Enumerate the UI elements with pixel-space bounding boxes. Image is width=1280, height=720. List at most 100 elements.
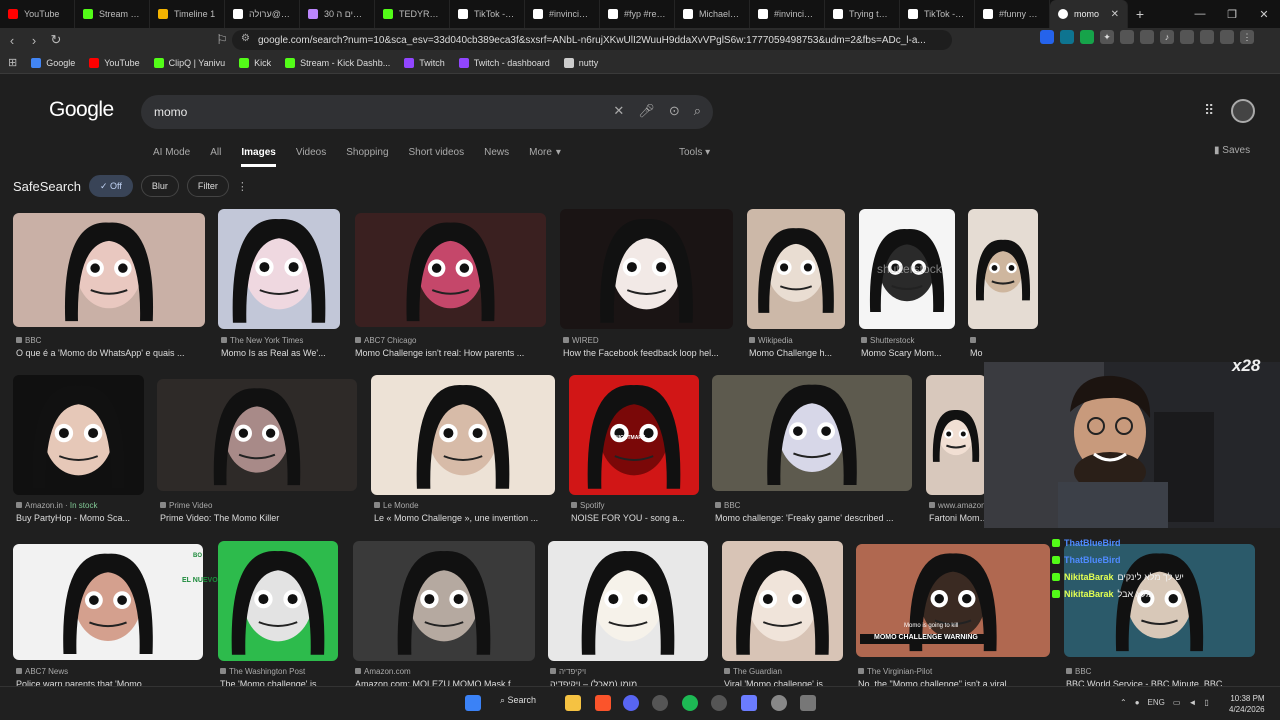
result-title[interactable]: Viral 'Momo challenge' is ...	[724, 679, 845, 686]
tab-more[interactable]: More	[529, 147, 552, 167]
tab-active[interactable]: momo ✕	[1050, 0, 1128, 28]
safesearch-off-chip[interactable]: ✓ Off	[88, 175, 133, 197]
close-tab-icon[interactable]: ✕	[1111, 9, 1119, 20]
tab[interactable]: #invincible	[750, 0, 825, 28]
result-image[interactable]	[13, 213, 205, 327]
app-icon[interactable]	[652, 695, 668, 711]
tab-all[interactable]: All	[210, 147, 221, 167]
tools-button[interactable]: Tools ▾	[679, 147, 710, 158]
restore-icon[interactable]: ❐	[1216, 8, 1248, 21]
spotify-icon[interactable]	[682, 695, 698, 711]
bookmark-item[interactable]: YouTube	[89, 57, 140, 68]
lens-icon[interactable]: ⊙	[669, 103, 680, 119]
clock[interactable]: 10:38 PM 4/24/2026	[1229, 693, 1265, 715]
result-title[interactable]: מומו (מאכל) – ויקיפדיה	[550, 679, 710, 686]
result-image[interactable]	[722, 541, 843, 661]
extension-icon[interactable]	[1040, 30, 1054, 44]
tab-ai-mode[interactable]: AI Mode	[153, 147, 190, 167]
bookmark-item[interactable]: ClipQ | Yanivu	[153, 57, 225, 68]
back-icon[interactable]: ‹	[2, 33, 22, 48]
extension-icon[interactable]	[1080, 30, 1094, 44]
chevron-up-icon[interactable]: ⌃	[1120, 698, 1127, 707]
discord-icon[interactable]	[623, 695, 639, 711]
extension-icon[interactable]	[1120, 30, 1134, 44]
app-icon[interactable]	[711, 695, 727, 711]
extension-icon[interactable]	[1060, 30, 1074, 44]
bookmark-item[interactable]: Google	[31, 57, 75, 68]
battery-icon[interactable]: ▯	[1204, 698, 1208, 707]
minimize-icon[interactable]: —	[1184, 8, 1216, 20]
tab[interactable]: Stream - Ki	[75, 0, 150, 28]
bookmark-item[interactable]: Kick	[239, 57, 271, 68]
result-title[interactable]: How the Facebook feedback loop hel...	[563, 348, 736, 358]
tab[interactable]: TikTok - Ma	[900, 0, 975, 28]
sidebar-icon[interactable]	[1180, 30, 1194, 44]
tab-images[interactable]: Images	[241, 147, 276, 167]
tab-short-videos[interactable]: Short videos	[409, 147, 465, 167]
result-image[interactable]	[560, 209, 733, 329]
reload-icon[interactable]: ↻	[46, 32, 66, 48]
apps-grid-icon[interactable]: ⊞	[8, 56, 17, 69]
result-image[interactable]	[926, 375, 986, 495]
network-icon[interactable]: ▭	[1173, 698, 1181, 707]
avatar[interactable]	[1231, 99, 1255, 123]
result-title[interactable]: BBC World Service - BBC Minute, BBC ...	[1066, 679, 1257, 686]
tab-videos[interactable]: Videos	[296, 147, 326, 167]
clear-icon[interactable]: ✕	[613, 103, 624, 119]
forward-icon[interactable]: ›	[24, 33, 44, 48]
tab[interactable]: Timeline 1	[150, 0, 225, 28]
microphone-icon[interactable]: 🎤︎	[638, 103, 655, 119]
new-tab-button[interactable]: +	[1128, 6, 1152, 22]
microphone-tray-icon[interactable]: ●	[1135, 698, 1140, 707]
result-title[interactable]: Amazon.com: MOLEZU MOMO Mask f...	[355, 679, 537, 686]
result-image[interactable]	[13, 544, 203, 660]
result-title[interactable]: Momo challenge: 'Freaky game' described …	[715, 513, 915, 523]
result-image[interactable]	[353, 541, 535, 661]
search-input[interactable]: momo ✕ 🎤︎ ⊙ ⌕	[141, 95, 713, 129]
bookmark-item[interactable]: nutty	[563, 57, 598, 68]
result-title[interactable]: Police warn parents that 'Momo ...	[16, 679, 206, 686]
more-options-icon[interactable]: ⋮	[237, 180, 248, 193]
file-explorer-icon[interactable]	[565, 695, 581, 711]
result-title[interactable]: Momo Scary Mom...	[861, 348, 957, 358]
result-image[interactable]	[968, 209, 1038, 329]
result-image[interactable]	[712, 375, 912, 491]
settings-icon[interactable]	[771, 695, 787, 711]
extension-icon[interactable]	[1140, 30, 1154, 44]
result-image[interactable]	[218, 209, 340, 329]
result-image[interactable]	[157, 379, 357, 491]
bookmark-item[interactable]: Twitch	[404, 57, 445, 68]
volume-icon[interactable]: ◄	[1188, 698, 1196, 707]
google-logo[interactable]: Google	[49, 98, 114, 122]
result-image[interactable]	[548, 541, 708, 661]
result-title[interactable]: Momo Challenge h...	[749, 348, 847, 358]
search-icon[interactable]: ⌕	[694, 103, 701, 119]
tab[interactable]: #invincible	[525, 0, 600, 28]
safesearch-filter-chip[interactable]: Filter	[186, 175, 229, 197]
extension-icon[interactable]	[1200, 30, 1214, 44]
shield-icon[interactable]	[1220, 30, 1234, 44]
google-apps-icon[interactable]: ⠿	[1204, 102, 1214, 119]
windows-start-icon[interactable]	[465, 695, 481, 711]
result-image[interactable]	[355, 213, 546, 327]
result-image[interactable]	[371, 375, 555, 495]
result-title[interactable]: Prime Video: The Momo Killer	[160, 513, 360, 523]
language-indicator[interactable]: ENG	[1148, 698, 1165, 707]
result-title[interactable]: Le « Momo Challenge », une invention ...	[374, 513, 558, 523]
site-info-icon[interactable]: ⚙	[241, 33, 250, 44]
app-icon[interactable]	[741, 695, 757, 711]
address-bar[interactable]: ⚙ google.com/search?num=10&sca_esv=33d04…	[232, 30, 952, 50]
result-title[interactable]: The 'Momo challenge' is ...	[220, 679, 340, 686]
bookmark-item[interactable]: Stream - Kick Dashb...	[285, 57, 390, 68]
result-title[interactable]: Momo Challenge isn't real: How parents .…	[355, 348, 546, 358]
result-image[interactable]	[747, 209, 845, 329]
result-title[interactable]: Buy PartyHop - Momo Sca...	[16, 513, 147, 523]
tab[interactable]: נערים ה 30"	[300, 0, 375, 28]
tab[interactable]: YouTube	[0, 0, 75, 28]
tab[interactable]: TEDYR1 - W	[375, 0, 450, 28]
result-image[interactable]	[13, 375, 144, 495]
taskbar-search[interactable]: ⌕ Search	[500, 695, 536, 706]
menu-icon[interactable]: ⋮	[1240, 30, 1254, 44]
result-title[interactable]: Mo	[970, 348, 1040, 358]
music-icon[interactable]: ♪	[1160, 30, 1174, 44]
